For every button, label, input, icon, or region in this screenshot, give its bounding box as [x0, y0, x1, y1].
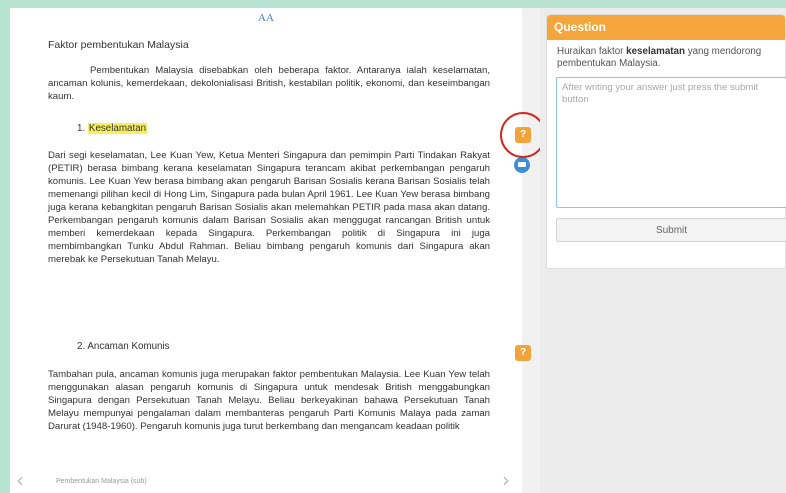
question-card: Question Huraikan faktor keselamatan yan…	[546, 14, 786, 269]
reader-page: AA Faktor pembentukan Malaysia Pembentuk…	[10, 8, 522, 493]
section-heading-ancaman-komunis: 2. Ancaman Komunis	[77, 341, 170, 352]
section-number: 1.	[77, 123, 86, 134]
highlighted-heading-text[interactable]: Keselamatan	[87, 123, 148, 134]
chevron-right-icon[interactable]: ›	[502, 470, 510, 490]
intro-paragraph: Pembentukan Malaysia disebabkan oleh beb…	[48, 65, 490, 102]
section-heading-keselamatan: 1. Keselamatan	[77, 123, 148, 134]
question-prompt: Huraikan faktor keselamatan yang mendoro…	[557, 46, 782, 70]
chevron-left-icon[interactable]: ‹	[16, 470, 24, 490]
chat-icon[interactable]	[514, 157, 530, 173]
keselamatan-paragraph: Dari segi keselamatan, Lee Kuan Yew, Ket…	[48, 150, 490, 265]
prompt-text: Huraikan faktor	[557, 46, 627, 57]
submit-button[interactable]: Submit	[556, 218, 786, 242]
font-size-toggle[interactable]: AA	[10, 12, 522, 24]
annotation-gutter	[522, 8, 540, 493]
page-footer-label: Pembentukan Malaysia (sub)	[56, 478, 147, 485]
document-title: Faktor pembentukan Malaysia	[48, 39, 189, 51]
question-header: Question	[547, 15, 785, 40]
answer-textarea[interactable]	[556, 77, 786, 208]
ancaman-komunis-paragraph: Tambahan pula, ancaman komunis juga meru…	[48, 369, 490, 432]
question-icon[interactable]: ?	[515, 127, 531, 143]
question-icon[interactable]: ?	[515, 345, 531, 361]
prompt-keyword: keselamatan	[626, 46, 685, 57]
